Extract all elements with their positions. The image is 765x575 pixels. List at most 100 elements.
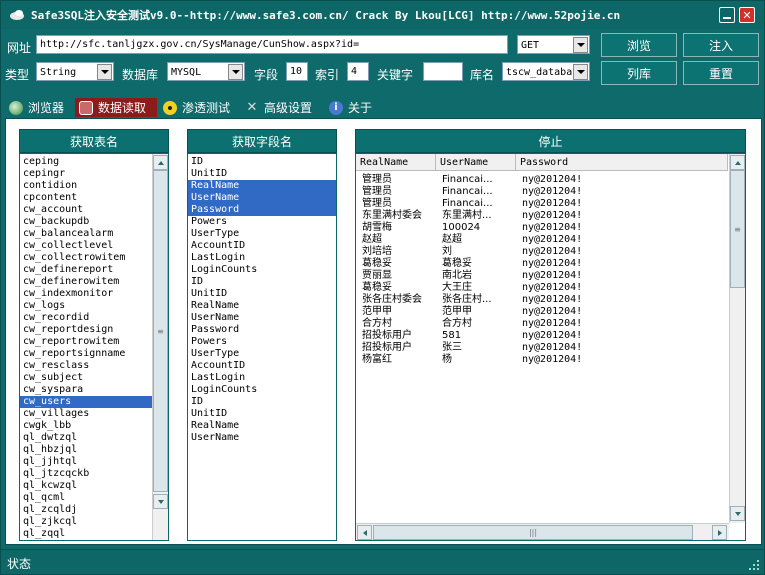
tables-scrollbar[interactable]: ≡	[152, 154, 168, 540]
column-header[interactable]: Password	[516, 154, 728, 171]
scroll-right-icon[interactable]	[712, 525, 727, 540]
table-list-item[interactable]: cw_syspara	[20, 384, 152, 396]
type-select[interactable]: String	[36, 62, 114, 81]
table-row[interactable]: 管理员 Financai... ny@201204!	[356, 186, 728, 198]
field-list-item[interactable]: UserName	[188, 192, 336, 204]
table-list-item[interactable]: ql_jtzcqckb	[20, 468, 152, 480]
field-list-item[interactable]: UnitID	[188, 408, 336, 420]
table-list-item[interactable]: cw_recordid	[20, 312, 152, 324]
table-list-item[interactable]: cpcontent	[20, 192, 152, 204]
table-list-item[interactable]: cw_users	[20, 396, 152, 408]
field-list-item[interactable]: Powers	[188, 216, 336, 228]
field-list-item[interactable]: UserType	[188, 348, 336, 360]
field-list-item[interactable]: RealName	[188, 300, 336, 312]
table-row[interactable]: 合方村 合方村 ny@201204!	[356, 318, 728, 330]
field-list-item[interactable]: Powers	[188, 336, 336, 348]
tab-advanced-settings[interactable]: ✕ 高级设置	[241, 98, 325, 117]
table-row[interactable]: 葛稳妥 葛稳妥 ny@201204!	[356, 258, 728, 270]
field-list-item[interactable]: AccountID	[188, 240, 336, 252]
scroll-down-icon[interactable]	[730, 506, 745, 521]
table-row[interactable]: 范甲甲 范甲甲 ny@201204!	[356, 306, 728, 318]
field-list-item[interactable]: LoginCounts	[188, 264, 336, 276]
table-row[interactable]: 赵超 赵超 ny@201204!	[356, 234, 728, 246]
table-list-item[interactable]: cw_balancealarm	[20, 228, 152, 240]
table-row[interactable]: 葛稳妥 大王庄 ny@201204!	[356, 282, 728, 294]
table-row[interactable]: 张各庄村委会 张各庄村... ny@201204!	[356, 294, 728, 306]
grid-vscrollbar[interactable]: ≡	[729, 154, 745, 523]
table-row[interactable]: 管理员 Financai... ny@201204!	[356, 198, 728, 210]
fields-list[interactable]: ID UnitID RealName UserName Password Powers Us…	[187, 153, 337, 541]
table-row[interactable]: 刘培培 刘 ny@201204!	[356, 246, 728, 258]
table-row[interactable]: 贾丽显 南北岩 ny@201204!	[356, 270, 728, 282]
table-list-item[interactable]: cw_definereport	[20, 264, 152, 276]
index-input[interactable]: 4	[347, 62, 369, 81]
table-list-item[interactable]: ceping	[20, 156, 152, 168]
reset-button[interactable]: 重置	[683, 61, 759, 85]
table-list-item[interactable]: cw_definerowitem	[20, 276, 152, 288]
field-list-item[interactable]: ID	[188, 396, 336, 408]
table-list-item[interactable]: ql_zqql	[20, 528, 152, 540]
table-list-item[interactable]: cw_backupdb	[20, 216, 152, 228]
get-fields-button[interactable]: 获取字段名	[187, 129, 337, 153]
table-list-item[interactable]: ql_kcwzql	[20, 480, 152, 492]
table-list-item[interactable]: contidion	[20, 180, 152, 192]
table-list-item[interactable]: ql_hbzjql	[20, 444, 152, 456]
minimize-button[interactable]	[719, 7, 735, 23]
table-row[interactable]: 胡雪梅 100024 ny@201204!	[356, 222, 728, 234]
scroll-down-icon[interactable]	[153, 494, 168, 509]
column-header[interactable]: RealName	[356, 154, 436, 171]
grid-hscrollbar[interactable]: |||	[356, 523, 729, 540]
table-row[interactable]: 招投标用户 张三 ny@201204!	[356, 342, 728, 354]
tab-data-read[interactable]: 数据读取	[75, 98, 157, 117]
stop-button[interactable]: 停止	[355, 129, 746, 153]
table-list-item[interactable]: cw_collectlevel	[20, 240, 152, 252]
table-row[interactable]: 杨富红 杨 ny@201204!	[356, 354, 728, 366]
field-list-item[interactable]: LoginCounts	[188, 384, 336, 396]
table-list-item[interactable]: cw_subject	[20, 372, 152, 384]
method-select[interactable]: GET	[517, 35, 590, 54]
field-list-item[interactable]: LastLogin	[188, 372, 336, 384]
scroll-left-icon[interactable]	[357, 525, 372, 540]
table-list-item[interactable]: cwgk_lbb	[20, 420, 152, 432]
field-count-input[interactable]: 10	[286, 62, 308, 81]
dbname-select[interactable]: tscw_databa	[502, 62, 590, 81]
table-list-item[interactable]: cw_reportrowitem	[20, 336, 152, 348]
database-select[interactable]: MYSQL	[167, 62, 245, 81]
table-row[interactable]: 招投标用户 581 ny@201204!	[356, 330, 728, 342]
field-list-item[interactable]: ID	[188, 156, 336, 168]
table-list-item[interactable]: ql_jjhtql	[20, 456, 152, 468]
field-list-item[interactable]: UserName	[188, 432, 336, 444]
tab-penetration-test[interactable]: 渗透测试	[159, 98, 241, 117]
scroll-thumb[interactable]: ≡	[153, 170, 168, 492]
inject-button[interactable]: 注入	[683, 33, 759, 57]
resize-grip-icon[interactable]	[748, 559, 760, 571]
list-db-button[interactable]: 列库	[601, 61, 677, 85]
scroll-thumb[interactable]: ≡	[730, 170, 745, 288]
data-grid[interactable]: RealName UserName Password 管理员 Financai..…	[355, 153, 746, 541]
keyword-input[interactable]	[423, 62, 463, 81]
field-list-item[interactable]: RealName	[188, 420, 336, 432]
field-list-item[interactable]: RealName	[188, 180, 336, 192]
column-header[interactable]: UserName	[436, 154, 516, 171]
table-list-item[interactable]: ql_zjkcql	[20, 516, 152, 528]
tab-about[interactable]: i 关于	[325, 98, 381, 117]
field-list-item[interactable]: ID	[188, 276, 336, 288]
field-list-item[interactable]: UserType	[188, 228, 336, 240]
scroll-thumb[interactable]: |||	[373, 525, 693, 540]
url-input[interactable]: http://sfc.tanljgzx.gov.cn/SysManage/Cun…	[36, 35, 508, 54]
scroll-up-icon[interactable]	[730, 155, 745, 170]
field-list-item[interactable]: UnitID	[188, 168, 336, 180]
table-list-item[interactable]: cw_account	[20, 204, 152, 216]
table-row[interactable]: 东里满村委会 东里满村... ny@201204!	[356, 210, 728, 222]
field-list-item[interactable]: Password	[188, 204, 336, 216]
tab-browser[interactable]: 浏览器	[5, 98, 73, 117]
table-list-item[interactable]: cw_reportdesign	[20, 324, 152, 336]
table-list-item[interactable]: ql_zcqldj	[20, 504, 152, 516]
table-row[interactable]: 管理员 Financai... ny@201204!	[356, 174, 728, 186]
table-list-item[interactable]: cw_indexmonitor	[20, 288, 152, 300]
table-list-item[interactable]: cw_logs	[20, 300, 152, 312]
field-list-item[interactable]: AccountID	[188, 360, 336, 372]
field-list-item[interactable]: Password	[188, 324, 336, 336]
table-list-item[interactable]: ql_qcml	[20, 492, 152, 504]
table-list-item[interactable]: cw_villages	[20, 408, 152, 420]
